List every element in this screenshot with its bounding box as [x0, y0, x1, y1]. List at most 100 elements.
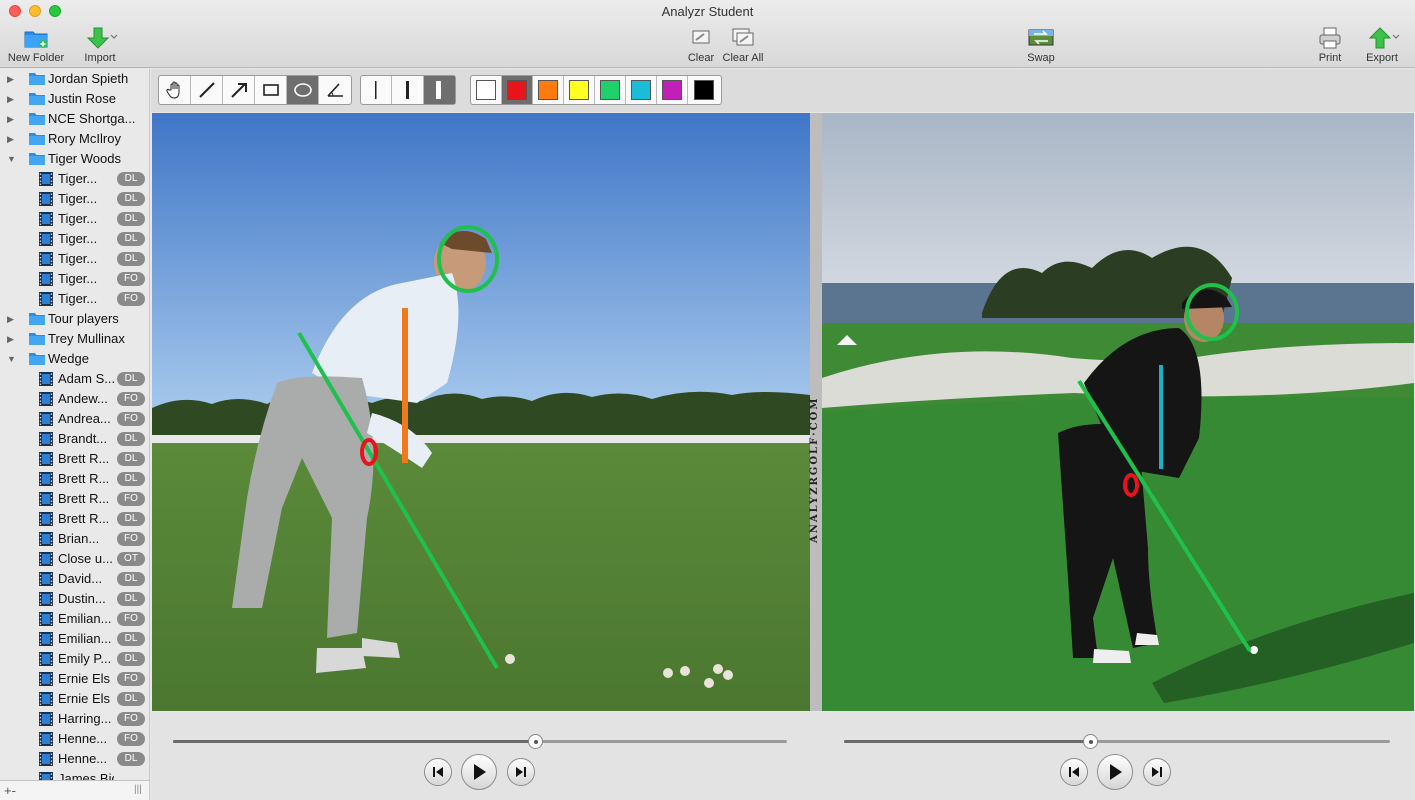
color-swatch-button[interactable]: [688, 76, 719, 104]
disclosure-closed-icon[interactable]: ▶: [7, 134, 14, 145]
folder-row[interactable]: ▶ Trey Mullinax: [0, 329, 149, 349]
import-arrow-icon: [86, 27, 118, 49]
disclosure-closed-icon[interactable]: ▶: [7, 314, 14, 325]
video-file-row[interactable]: Tiger... DL: [0, 189, 149, 209]
video-file-row[interactable]: Andew... FO: [0, 389, 149, 409]
right-step-forward-button[interactable]: [1143, 758, 1171, 786]
left-play-button[interactable]: [461, 754, 497, 790]
view-type-badge: FO: [117, 612, 145, 626]
video-file-row[interactable]: Emily P... DL: [0, 649, 149, 669]
video-file-row[interactable]: Brett R... DL: [0, 449, 149, 469]
left-scrubber-knob[interactable]: [528, 734, 544, 749]
view-type-badge: DL: [117, 692, 145, 706]
import-button[interactable]: Import: [78, 26, 122, 64]
color-swatch-button[interactable]: [502, 76, 533, 104]
video-file-label: Henne...: [58, 731, 108, 746]
folder-row[interactable]: ▼ Wedge: [0, 349, 149, 369]
folder-label: Wedge: [48, 351, 89, 366]
video-file-row[interactable]: Emilian... FO: [0, 609, 149, 629]
print-label: Print: [1318, 52, 1342, 64]
color-swatch-button[interactable]: [657, 76, 688, 104]
sidebar-resize-handle[interactable]: |||: [134, 784, 142, 795]
color-swatch-button[interactable]: [471, 76, 502, 104]
view-type-badge: DL: [117, 572, 145, 586]
folder-row[interactable]: ▶ NCE Shortga...: [0, 109, 149, 129]
left-video-pane[interactable]: [152, 113, 810, 711]
line-width-thin-button[interactable]: [361, 76, 393, 104]
right-step-back-button[interactable]: [1060, 758, 1088, 786]
video-file-row[interactable]: Emilian... DL: [0, 629, 149, 649]
new-folder-button[interactable]: New Folder: [6, 26, 66, 64]
video-file-row[interactable]: Henne... FO: [0, 729, 149, 749]
rectangle-tool-button[interactable]: [255, 76, 287, 104]
export-button[interactable]: Export: [1358, 26, 1406, 64]
right-scrubber-knob[interactable]: [1082, 734, 1098, 749]
video-file-row[interactable]: Tiger... DL: [0, 249, 149, 269]
video-file-row[interactable]: Henne... DL: [0, 749, 149, 769]
video-file-row[interactable]: Ernie Els DL: [0, 689, 149, 709]
video-file-row[interactable]: Tiger... DL: [0, 169, 149, 189]
folder-label: Tour players: [48, 311, 119, 326]
video-file-row[interactable]: Andrea... FO: [0, 409, 149, 429]
folder-row[interactable]: ▶ Rory McIlroy: [0, 129, 149, 149]
video-file-icon: [39, 192, 53, 206]
video-file-row[interactable]: Brandt... DL: [0, 429, 149, 449]
video-file-row[interactable]: David... DL: [0, 569, 149, 589]
right-play-button[interactable]: [1097, 754, 1133, 790]
disclosure-closed-icon[interactable]: ▶: [7, 334, 14, 345]
disclosure-closed-icon[interactable]: ▶: [7, 94, 14, 105]
right-scrubber[interactable]: [844, 734, 1390, 749]
print-button[interactable]: Print: [1314, 26, 1346, 64]
ellipse-tool-button[interactable]: [287, 76, 319, 104]
disclosure-closed-icon[interactable]: ▶: [7, 114, 14, 125]
angle-tool-button[interactable]: [319, 76, 351, 104]
video-file-row[interactable]: Ernie Els FO: [0, 669, 149, 689]
folder-label: Justin Rose: [48, 91, 116, 106]
hand-tool-button[interactable]: [159, 76, 191, 104]
video-file-label: Emilian...: [58, 631, 112, 646]
clear-button[interactable]: Clear: [686, 26, 716, 64]
video-file-icon: [39, 252, 53, 266]
video-file-row[interactable]: Adam S... DL: [0, 369, 149, 389]
add-folder-menu-button[interactable]: +-: [4, 783, 16, 798]
video-file-row[interactable]: Tiger... FO: [0, 269, 149, 289]
line-width-medium-button[interactable]: [392, 76, 424, 104]
video-file-row[interactable]: Tiger... DL: [0, 209, 149, 229]
video-file-row[interactable]: Tiger... DL: [0, 229, 149, 249]
video-file-row[interactable]: Brett R... FO: [0, 489, 149, 509]
video-file-row[interactable]: James Bidy: [0, 769, 149, 780]
export-label: Export: [1366, 52, 1398, 64]
video-file-row[interactable]: Tiger... FO: [0, 289, 149, 309]
video-file-row[interactable]: Close u... OT: [0, 549, 149, 569]
arrow-tool-button[interactable]: [223, 76, 255, 104]
video-file-row[interactable]: Brian... FO: [0, 529, 149, 549]
left-step-back-button[interactable]: [424, 758, 452, 786]
folder-row[interactable]: ▶ Tour players: [0, 309, 149, 329]
color-swatch-button[interactable]: [533, 76, 564, 104]
color-swatch-button[interactable]: [626, 76, 657, 104]
video-file-row[interactable]: Brett R... DL: [0, 509, 149, 529]
video-file-row[interactable]: Dustin... DL: [0, 589, 149, 609]
disclosure-closed-icon[interactable]: ▶: [7, 74, 14, 85]
disclosure-open-icon[interactable]: ▼: [7, 154, 16, 164]
play-icon: [1110, 764, 1122, 780]
line-width-thick-button[interactable]: [423, 76, 455, 104]
right-video-pane[interactable]: [822, 113, 1414, 711]
swap-button[interactable]: Swap: [1024, 26, 1058, 64]
folder-icon: [29, 113, 45, 125]
video-file-icon: [39, 372, 53, 386]
left-scrubber[interactable]: [173, 734, 787, 749]
clear-all-button[interactable]: Clear All: [720, 26, 766, 64]
left-step-forward-button[interactable]: [507, 758, 535, 786]
color-swatch-button[interactable]: [564, 76, 595, 104]
video-file-row[interactable]: Brett R... DL: [0, 469, 149, 489]
disclosure-open-icon[interactable]: ▼: [7, 354, 16, 364]
color-swatch-button[interactable]: [595, 76, 626, 104]
line-tool-button[interactable]: [191, 76, 223, 104]
video-file-icon: [39, 392, 53, 406]
folder-row[interactable]: ▶ Jordan Spieth: [0, 69, 149, 89]
video-file-row[interactable]: Harring... FO: [0, 709, 149, 729]
folder-row[interactable]: ▶ Justin Rose: [0, 89, 149, 109]
folder-row[interactable]: ▼ Tiger Woods: [0, 149, 149, 169]
video-file-icon: [39, 752, 53, 766]
